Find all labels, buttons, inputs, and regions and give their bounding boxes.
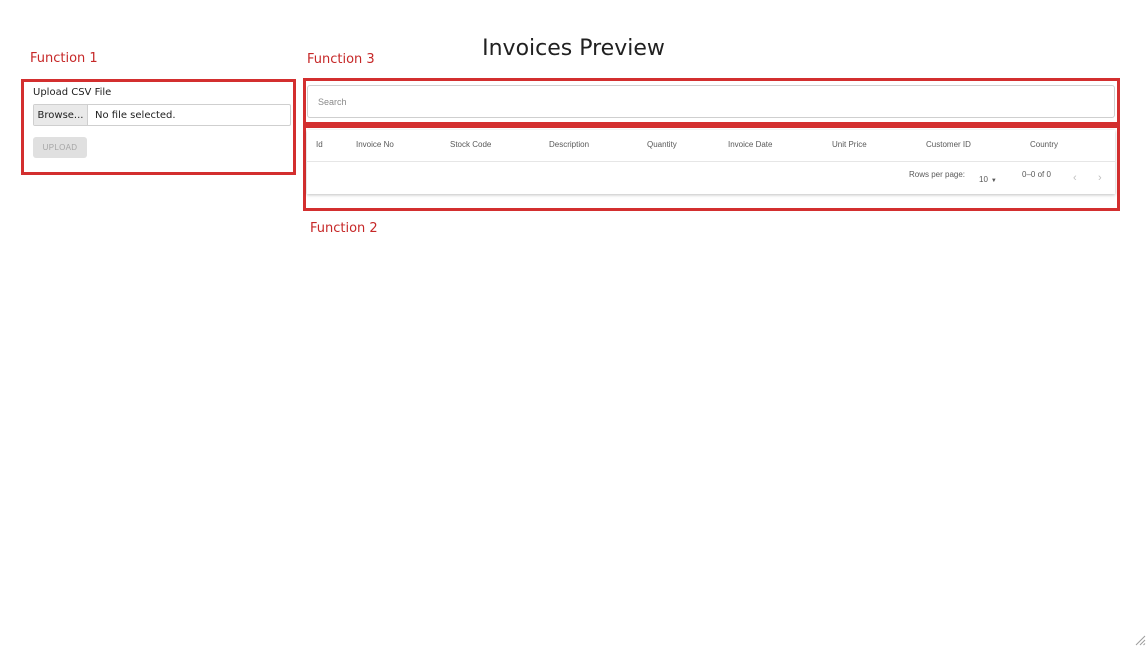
column-header-country[interactable]: Country — [1030, 140, 1058, 149]
chevron-right-icon[interactable]: › — [1098, 172, 1102, 184]
table-header-row: Id Invoice No Stock Code Description Qua… — [307, 130, 1115, 162]
pagination-range: 0–0 of 0 — [1022, 170, 1051, 179]
column-header-id[interactable]: Id — [316, 140, 323, 149]
rows-per-page-value: 10 — [979, 175, 988, 184]
table-pagination: Rows per page: 10 ▼ 0–0 of 0 ‹ › — [307, 162, 1115, 194]
caret-down-icon: ▼ — [990, 178, 997, 184]
csv-file-input[interactable]: Browse... No file selected. — [33, 104, 291, 126]
annotation-function-2-label: Function 2 — [310, 221, 378, 236]
column-header-invoice-date[interactable]: Invoice Date — [728, 140, 772, 149]
rows-per-page-select[interactable]: 10 ▼ — [979, 175, 997, 184]
column-header-invoice-no[interactable]: Invoice No — [356, 140, 394, 149]
search-input[interactable] — [316, 95, 1100, 108]
upload-csv-label: Upload CSV File — [33, 87, 112, 98]
search-field[interactable] — [307, 85, 1115, 118]
rows-per-page-label: Rows per page: — [909, 170, 966, 179]
column-header-customer-id[interactable]: Customer ID — [926, 140, 971, 149]
column-header-quantity[interactable]: Quantity — [647, 140, 677, 149]
upload-button[interactable]: UPLOAD — [33, 137, 87, 158]
resize-grip-icon[interactable] — [1134, 634, 1146, 646]
page-title: Invoices Preview — [482, 36, 665, 61]
browse-button[interactable]: Browse... — [34, 105, 88, 125]
column-header-description[interactable]: Description — [549, 140, 589, 149]
invoices-table: Id Invoice No Stock Code Description Qua… — [307, 130, 1115, 194]
column-header-unit-price[interactable]: Unit Price — [832, 140, 867, 149]
column-header-stock-code[interactable]: Stock Code — [450, 140, 491, 149]
file-status-text: No file selected. — [95, 109, 176, 121]
chevron-left-icon[interactable]: ‹ — [1073, 172, 1077, 184]
